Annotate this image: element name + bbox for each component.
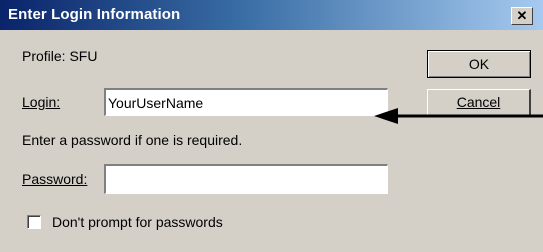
arrow-head (374, 108, 398, 124)
ok-button-label: OK (468, 56, 490, 72)
ok-button[interactable]: OK (427, 50, 531, 78)
login-label: Login: (22, 94, 61, 110)
window-title: Enter Login Information (8, 6, 181, 23)
title-bar: Enter Login Information ✕ (0, 0, 543, 30)
password-input[interactable] (104, 164, 388, 194)
login-dialog: Enter Login Information ✕ Profile: SFU O… (0, 0, 543, 252)
login-input[interactable] (104, 88, 388, 116)
dont-prompt-checkbox[interactable] (27, 215, 41, 229)
password-hint: Enter a password if one is required. (22, 132, 243, 148)
password-label: Password: (22, 171, 88, 187)
profile-label: Profile: SFU (22, 48, 98, 64)
dont-prompt-label[interactable]: Don't prompt for passwords (52, 214, 223, 230)
arrow-left-icon (374, 108, 543, 124)
close-button[interactable]: ✕ (511, 7, 533, 25)
close-icon: ✕ (516, 8, 528, 23)
